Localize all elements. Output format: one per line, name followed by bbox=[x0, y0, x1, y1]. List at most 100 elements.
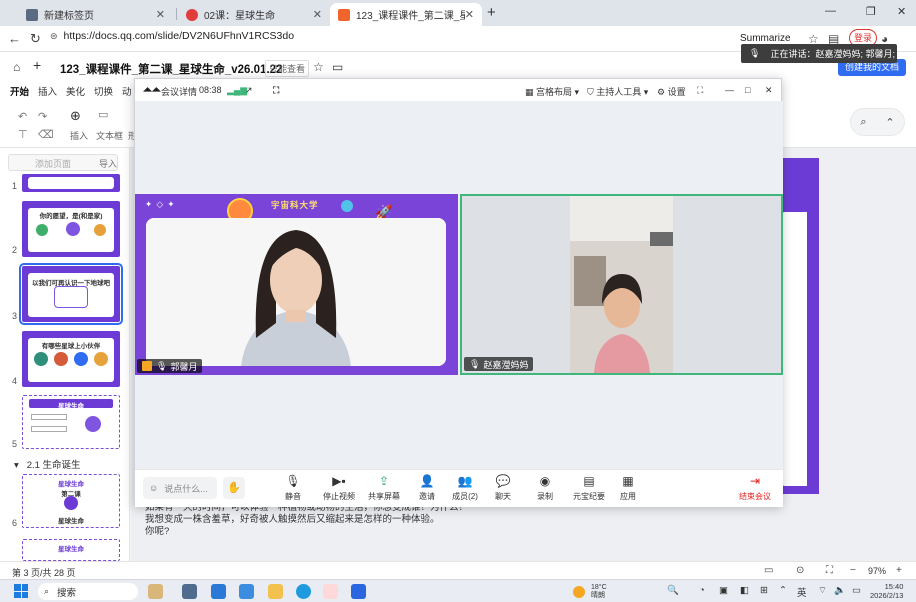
wifi-icon[interactable]: ⌔ bbox=[818, 585, 827, 596]
slide-thumbnail-2[interactable]: 你的愿望，是(和是家) bbox=[22, 201, 120, 257]
video-tile-right[interactable]: 🎙 赵嘉瀅妈妈 bbox=[460, 194, 783, 375]
add-page-field[interactable]: 添加页面 导入 bbox=[8, 154, 118, 171]
pinyin-icon[interactable]: 🔍 bbox=[667, 585, 679, 596]
favorite-star-icon[interactable]: ☆ bbox=[313, 60, 324, 74]
slide-thumbnail-5[interactable]: 星球生命 bbox=[22, 395, 120, 449]
file-explorer-icon[interactable] bbox=[268, 584, 283, 599]
new-doc-plus-icon[interactable]: + bbox=[33, 57, 41, 73]
stop-video-button[interactable]: ▶▪ 停止视频 bbox=[319, 474, 359, 502]
chat-input[interactable]: ☺ 说点什么... bbox=[143, 477, 217, 499]
apps-button[interactable]: ▦ 应用 bbox=[608, 474, 648, 502]
tab-new-tab[interactable]: 新建标签页 ✕ bbox=[18, 3, 173, 26]
popout-icon[interactable]: ↗ bbox=[245, 85, 253, 96]
taskbar-app-icon[interactable] bbox=[182, 584, 197, 599]
clear-format-icon[interactable]: ⌫ bbox=[38, 128, 54, 141]
search-icon[interactable]: ⌕ bbox=[860, 116, 866, 129]
taskbar-app-icon[interactable] bbox=[148, 584, 163, 599]
play-icon[interactable]: ⊙ bbox=[796, 565, 804, 576]
battery-icon[interactable]: ▭ bbox=[852, 585, 861, 596]
ribbon-insert-label[interactable]: 插入 bbox=[70, 129, 88, 142]
redo-icon[interactable]: ↷ bbox=[38, 110, 47, 123]
host-tools-button[interactable]: ⛉ 主持人工具 ▾ bbox=[587, 85, 648, 98]
menu-animation[interactable]: 动 bbox=[122, 84, 132, 98]
fullscreen-icon[interactable]: ⛶ bbox=[697, 85, 703, 96]
qq-app-icon[interactable] bbox=[323, 584, 338, 599]
format-painter-icon[interactable]: ⊤ bbox=[18, 128, 28, 141]
textbox-icon[interactable]: ▭ bbox=[98, 108, 108, 121]
folder-icon[interactable]: ▭ bbox=[332, 60, 343, 74]
taskbar-search[interactable]: ⌕ 搜索 bbox=[38, 583, 138, 600]
language-indicator[interactable]: 英 bbox=[797, 585, 807, 599]
tab-courseware[interactable]: 123_课程课件_第二课_星球生命_v2 ✕ bbox=[330, 3, 482, 26]
emoji-icon[interactable]: ☺ bbox=[149, 483, 158, 493]
menu-transition[interactable]: 切换 bbox=[94, 84, 113, 98]
speaker-notes[interactable]: 如果有一天的时间，可以体验一种植物或动物的生活，你想变成谁？为什么？ 我想变成一… bbox=[145, 502, 685, 538]
chat-button[interactable]: 💬 聊天 bbox=[483, 474, 523, 502]
tab-lesson-02[interactable]: 02课：星球生命 ✕ bbox=[178, 3, 330, 26]
clock-date: 2026/2/13 bbox=[870, 591, 904, 600]
thumb-title: 星球生命 bbox=[58, 403, 84, 410]
weather-widget[interactable]: 18°C 晴朗 bbox=[573, 584, 607, 600]
taskbar-app-icon[interactable] bbox=[239, 584, 254, 599]
settings-button[interactable]: ⚙ 设置 bbox=[657, 85, 686, 98]
system-clock[interactable]: 15:40 2026/2/13 bbox=[870, 582, 903, 600]
home-icon[interactable]: ⌂ bbox=[13, 60, 20, 74]
members-button[interactable]: 👥 成员(2) bbox=[445, 474, 485, 502]
tray-app-icon[interactable]: ⊞ bbox=[760, 585, 768, 596]
doc-title: 123_课程课件_第二课_星球生命_v26.01.22 bbox=[60, 64, 283, 76]
back-arrow-icon[interactable]: ← bbox=[8, 31, 21, 46]
zoom-level[interactable]: 97% bbox=[868, 566, 886, 576]
summarize-button[interactable]: Summarize bbox=[740, 33, 791, 44]
wechat-icon[interactable]: ◔ bbox=[699, 585, 705, 596]
close-icon[interactable]: ✕ bbox=[313, 8, 322, 21]
menu-insert[interactable]: 插入 bbox=[38, 84, 57, 98]
edge-browser-icon[interactable] bbox=[296, 584, 311, 599]
mute-button[interactable]: 🎙 静音 bbox=[273, 474, 313, 502]
meeting-app-icon[interactable] bbox=[351, 584, 366, 599]
windows-start-icon[interactable] bbox=[14, 584, 28, 598]
section-label[interactable]: ▾ 2.1 生命诞生 bbox=[14, 457, 81, 471]
reload-icon[interactable]: ↻ bbox=[30, 31, 41, 47]
tray-app-icon[interactable]: ◧ bbox=[740, 585, 749, 596]
share-screen-button[interactable]: ⇪ 共享屏幕 bbox=[364, 474, 404, 502]
window-close-icon[interactable]: ✕ bbox=[897, 5, 906, 18]
end-meeting-button[interactable]: ⇥ 结束会议 bbox=[735, 474, 775, 502]
collapse-chevron-icon[interactable]: ⌃ bbox=[885, 116, 894, 129]
raise-hand-icon[interactable]: ✋ bbox=[223, 477, 245, 499]
record-button[interactable]: ◉ 录制 bbox=[525, 474, 565, 502]
insert-plus-icon[interactable]: ⊕ bbox=[70, 108, 81, 124]
tray-chevron-icon[interactable]: ⌃ bbox=[779, 585, 787, 596]
maximize-icon[interactable]: □ bbox=[745, 85, 750, 95]
volume-icon[interactable]: 🔈 bbox=[834, 585, 846, 596]
tray-app-icon[interactable]: ▣ bbox=[719, 585, 728, 596]
new-tab-plus-icon[interactable]: + bbox=[487, 4, 496, 21]
minimize-icon[interactable]: — bbox=[825, 5, 836, 17]
notes-toggle-icon[interactable]: ▭ bbox=[764, 565, 773, 576]
video-tile-left[interactable]: ✦ ◇ ✦ 宇宙科大学 🚀 🎙 郭馨月 bbox=[135, 194, 458, 375]
meeting-minutes-button[interactable]: ▤ 元宝纪要 bbox=[569, 474, 609, 502]
fit-screen-icon[interactable]: ⛶ bbox=[826, 565, 833, 576]
zoom-out-icon[interactable]: − bbox=[850, 565, 856, 576]
zoom-in-icon[interactable]: + bbox=[896, 565, 902, 576]
slide-thumbnail-6[interactable]: 星球生命 第二课 星球生命 bbox=[22, 474, 120, 528]
layout-button[interactable]: ▦ 宫格布局 ▾ bbox=[525, 85, 579, 98]
menu-beautify[interactable]: 美化 bbox=[66, 84, 85, 98]
close-icon[interactable]: ✕ bbox=[156, 8, 165, 21]
meeting-details-link[interactable]: 会议详情 bbox=[161, 85, 197, 98]
invite-button[interactable]: 👤 邀请 bbox=[407, 474, 447, 502]
ribbon-textbox-label[interactable]: 文本框 bbox=[96, 129, 123, 142]
close-icon[interactable]: ✕ bbox=[765, 85, 773, 96]
settings-label: 设置 bbox=[667, 87, 686, 97]
import-button[interactable]: 导入 bbox=[99, 157, 117, 170]
slide-thumbnail-7[interactable]: 星球生命 bbox=[22, 539, 120, 561]
close-icon[interactable]: ✕ bbox=[465, 8, 474, 21]
restore-icon[interactable]: ❐ bbox=[866, 5, 876, 18]
undo-icon[interactable]: ↶ bbox=[18, 110, 27, 123]
slide-thumbnail-1[interactable] bbox=[22, 174, 120, 192]
taskbar-app-icon[interactable] bbox=[211, 584, 226, 599]
slide-thumbnail-4[interactable]: 有哪些星球上小伙伴 bbox=[22, 331, 120, 387]
url-field[interactable]: ⊜ https://docs.qq.com/slide/DV2N6UFhnV1R… bbox=[50, 30, 294, 42]
readonly-badge[interactable]: 只能查看 bbox=[265, 60, 310, 77]
slide-thumbnail-3[interactable]: 以我们可再认识一下地球吧 bbox=[19, 263, 123, 325]
minimize-icon[interactable]: — bbox=[725, 85, 734, 95]
